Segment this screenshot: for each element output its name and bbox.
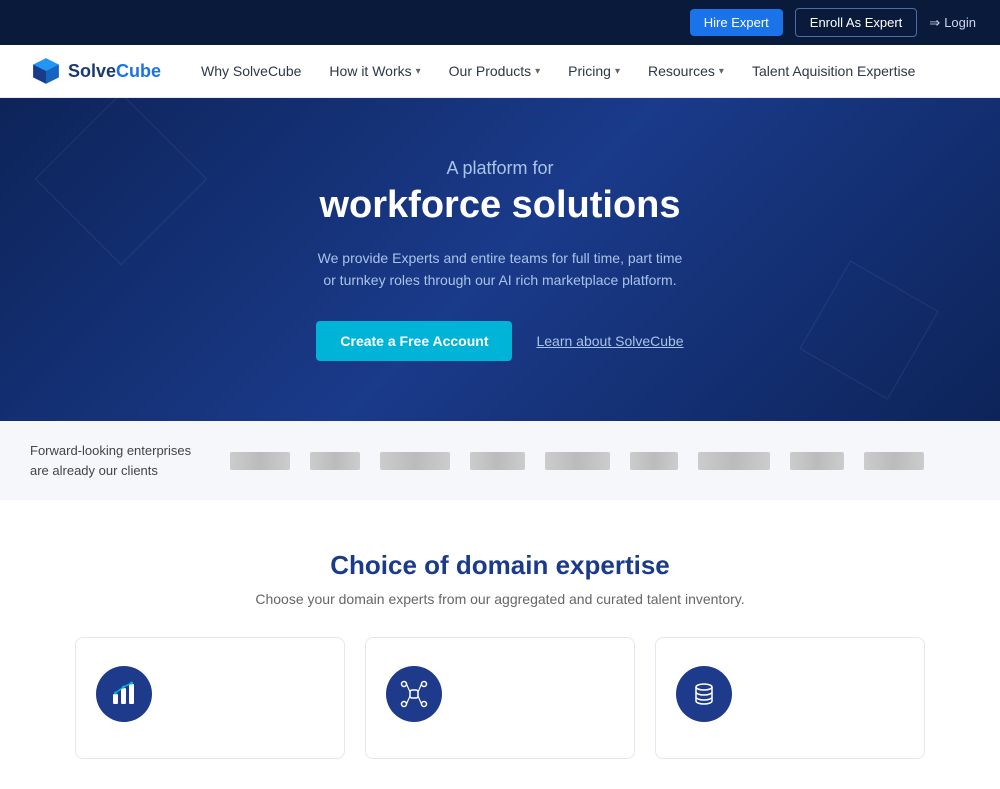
nav-links: Why SolveCube How it Works ▾ Our Product… xyxy=(201,63,970,79)
domain-card xyxy=(365,637,635,759)
nav-item-talent[interactable]: Talent Aquisition Expertise xyxy=(752,63,915,79)
domain-card xyxy=(75,637,345,759)
hero-description: We provide Experts and entire teams for … xyxy=(318,247,683,292)
client-logo xyxy=(310,452,360,470)
nav-link-pricing[interactable]: Pricing ▾ xyxy=(568,63,620,79)
login-label: Login xyxy=(944,15,976,30)
hero-actions: Create a Free Account Learn about SolveC… xyxy=(316,321,683,361)
domain-cards xyxy=(30,637,970,759)
client-logo xyxy=(698,452,770,470)
hire-expert-button[interactable]: Hire Expert xyxy=(690,9,783,36)
learn-about-button[interactable]: Learn about SolveCube xyxy=(536,333,683,349)
clients-bar: Forward-looking enterprisesare already o… xyxy=(0,421,1000,500)
nav-item-products[interactable]: Our Products ▾ xyxy=(449,63,541,79)
hero-section: A platform for workforce solutions We pr… xyxy=(0,98,1000,421)
nav-link-resources[interactable]: Resources ▾ xyxy=(648,63,724,79)
topbar: Hire Expert Enroll As Expert ⇒ Login xyxy=(0,0,1000,45)
create-account-button[interactable]: Create a Free Account xyxy=(316,321,512,361)
nav-link-products[interactable]: Our Products ▾ xyxy=(449,63,541,79)
enroll-expert-button[interactable]: Enroll As Expert xyxy=(795,8,918,37)
nav-item-why[interactable]: Why SolveCube xyxy=(201,63,301,79)
hero-title: workforce solutions xyxy=(319,183,680,229)
nav-link-talent[interactable]: Talent Aquisition Expertise xyxy=(752,63,915,79)
domain-description: Choose your domain experts from our aggr… xyxy=(30,591,970,607)
chevron-down-icon: ▾ xyxy=(719,66,724,77)
client-logo xyxy=(230,452,290,470)
card-icon-wrapper xyxy=(96,666,152,722)
network-icon xyxy=(400,680,428,708)
logo-icon xyxy=(30,55,62,87)
clients-logos xyxy=(230,452,970,470)
card-icon-wrapper xyxy=(676,666,732,722)
nav-link-how[interactable]: How it Works ▾ xyxy=(329,63,420,79)
chevron-down-icon: ▾ xyxy=(535,66,540,77)
database-icon xyxy=(690,680,718,708)
client-logo xyxy=(470,452,525,470)
domain-section: Choice of domain expertise Choose your d… xyxy=(0,500,1000,789)
logo-text: SolveCube xyxy=(68,61,161,82)
login-icon: ⇒ xyxy=(929,15,940,31)
chevron-down-icon: ▾ xyxy=(615,66,620,77)
client-logo xyxy=(380,452,450,470)
nav-item-pricing[interactable]: Pricing ▾ xyxy=(568,63,620,79)
nav-item-resources[interactable]: Resources ▾ xyxy=(648,63,724,79)
client-logo xyxy=(790,452,844,470)
card-icon-wrapper xyxy=(386,666,442,722)
navbar: SolveCube Why SolveCube How it Works ▾ O… xyxy=(0,45,1000,98)
chevron-down-icon: ▾ xyxy=(416,66,421,77)
domain-title: Choice of domain expertise xyxy=(30,550,970,581)
client-logo xyxy=(545,452,610,470)
client-logo xyxy=(630,452,678,470)
chart-icon xyxy=(110,680,138,708)
clients-text: Forward-looking enterprisesare already o… xyxy=(30,441,200,480)
nav-link-why[interactable]: Why SolveCube xyxy=(201,63,301,79)
domain-card xyxy=(655,637,925,759)
logo-link[interactable]: SolveCube xyxy=(30,55,161,87)
client-logo xyxy=(864,452,924,470)
nav-item-how[interactable]: How it Works ▾ xyxy=(329,63,420,79)
login-button[interactable]: ⇒ Login xyxy=(929,15,976,31)
hero-subtitle: A platform for xyxy=(446,158,553,179)
